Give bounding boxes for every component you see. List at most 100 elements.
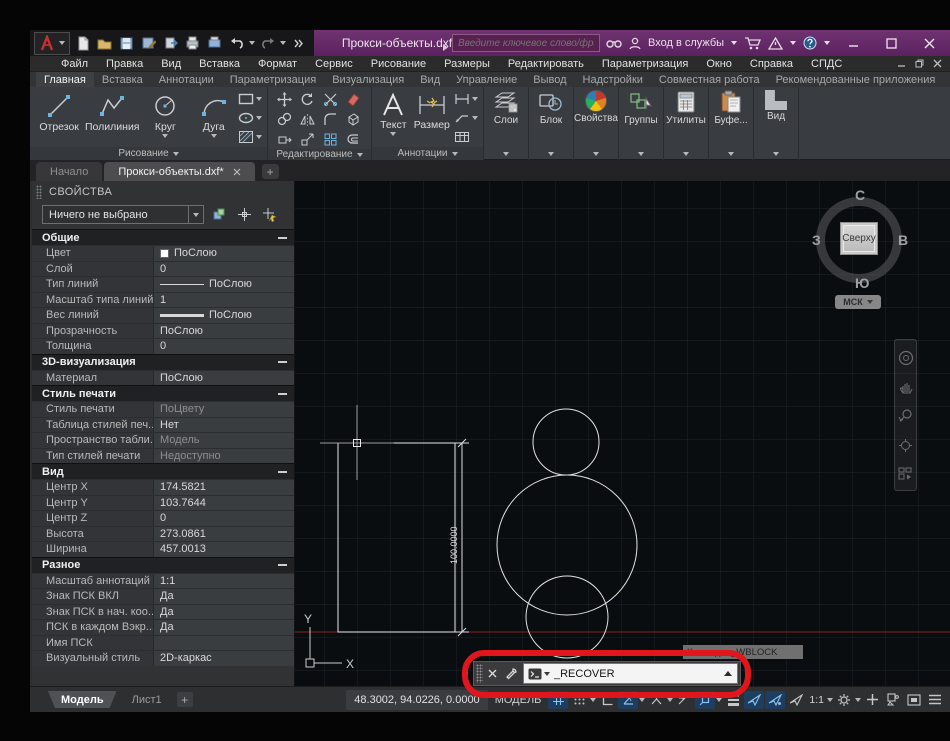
scale-icon[interactable]	[300, 132, 315, 147]
section-3d[interactable]: 3D-визуализация	[32, 354, 294, 370]
ribbon-tab-addins[interactable]: Надстройки	[575, 72, 651, 87]
qat-more-button[interactable]	[289, 34, 308, 53]
layout-tab-sheet1[interactable]: Лист1	[119, 691, 175, 708]
orbit-icon[interactable]	[898, 438, 913, 453]
modify-panel-label[interactable]: Редактирование	[268, 149, 371, 160]
command-line-grip[interactable]	[476, 664, 483, 683]
model-space-button[interactable]: МОДЕЛЬ	[495, 694, 542, 706]
app-menu-button[interactable]	[34, 32, 70, 55]
circle-button[interactable]: Круг	[139, 89, 191, 147]
ribbon-panel-block[interactable]: Блок	[529, 87, 574, 160]
text-button[interactable]: Текст	[375, 89, 412, 147]
signin-user-icon[interactable]	[629, 37, 641, 50]
minimize-button[interactable]	[834, 30, 872, 56]
doc-minimize-icon[interactable]	[897, 59, 906, 68]
help-icon[interactable]	[803, 36, 817, 50]
clipboard-panel-caret-icon[interactable]	[728, 152, 734, 156]
ortho-toggle[interactable]	[597, 691, 617, 709]
properties-palette-header[interactable]: СВОЙСТВА	[32, 181, 294, 202]
polar-tracking-toggle[interactable]	[618, 691, 638, 709]
mirror-icon[interactable]	[300, 112, 315, 127]
menu-format[interactable]: Формат	[249, 58, 306, 70]
move-icon[interactable]	[277, 92, 292, 107]
viewcube-east[interactable]: В	[898, 232, 908, 248]
property-value[interactable]: 0	[154, 339, 294, 354]
hatch-button[interactable]	[238, 128, 262, 146]
menu-file[interactable]: Файл	[52, 58, 97, 70]
drawn-circle-large[interactable]	[497, 475, 637, 615]
new-file-button[interactable]	[73, 34, 92, 53]
search-binoculars-icon[interactable]	[606, 37, 622, 49]
polyline-button[interactable]: Полилиния	[85, 89, 139, 147]
property-value[interactable]: 1	[154, 293, 294, 308]
app-store-cart-icon[interactable]	[744, 36, 761, 50]
export-button[interactable]	[161, 34, 180, 53]
command-input-field[interactable]	[523, 663, 738, 684]
save-button[interactable]	[117, 34, 136, 53]
property-value[interactable]	[154, 636, 294, 651]
ribbon-tab-manage[interactable]: Управление	[448, 72, 525, 87]
grid-toggle[interactable]	[548, 691, 568, 709]
palette-grip-icon[interactable]	[36, 185, 42, 199]
ribbon-tab-featured-apps[interactable]: Рекомендованные приложения	[768, 72, 944, 87]
property-value[interactable]: 2D-каркас	[154, 651, 294, 666]
ribbon-tab-spds[interactable]: СПДС 2019	[943, 72, 950, 87]
property-value[interactable]: 457.0013	[154, 542, 294, 557]
exchange-caret-icon[interactable]	[790, 41, 796, 45]
polar-caret-icon[interactable]	[639, 698, 645, 702]
copy-icon[interactable]	[277, 112, 292, 127]
properties-panel-caret-icon[interactable]	[593, 152, 599, 156]
annotation-scale-button[interactable]	[786, 691, 806, 709]
viewc­ube-west[interactable]: З	[812, 232, 821, 248]
wcs-menu-button[interactable]: МСК	[835, 295, 881, 309]
layout-tab-add-button[interactable]: +	[177, 692, 193, 707]
open-file-button[interactable]	[95, 34, 114, 53]
menu-help[interactable]: Справка	[741, 58, 802, 70]
viewcube-north[interactable]: С	[855, 187, 865, 203]
ribbon-tab-home[interactable]: Главная	[36, 72, 94, 87]
ribbon-tab-collaborate[interactable]: Совместная работа	[651, 72, 768, 87]
viewcube-south[interactable]: Ю	[855, 275, 869, 291]
property-value[interactable]: 103.7644	[154, 496, 294, 511]
showmotion-icon[interactable]	[898, 467, 913, 480]
annotation-scale-caret-icon[interactable]	[827, 698, 833, 702]
zoom-icon[interactable]	[898, 408, 913, 423]
quick-select-button[interactable]	[260, 205, 279, 224]
dimension-object[interactable]: 100.0000	[449, 439, 469, 636]
annotation-autoscale-toggle[interactable]	[765, 691, 785, 709]
property-value[interactable]: 273.0861	[154, 527, 294, 542]
arc-caret-icon[interactable]	[211, 134, 217, 138]
maximize-button[interactable]	[872, 30, 910, 56]
ribbon-tab-visualize[interactable]: Визуализация	[324, 72, 412, 87]
close-button[interactable]	[910, 30, 948, 56]
ribbon-tab-output[interactable]: Вывод	[525, 72, 574, 87]
undo-button[interactable]	[227, 34, 246, 53]
line-button[interactable]: Отрезок	[33, 89, 85, 147]
undo-caret-icon[interactable]	[249, 41, 255, 45]
isodraft-toggle[interactable]	[646, 691, 666, 709]
coordinates-display[interactable]: 48.3002, 94.0226, 0.0000	[346, 690, 487, 710]
search-flyout-icon[interactable]	[442, 39, 449, 57]
otrack-toggle[interactable]	[674, 691, 694, 709]
drawn-circle-bottom[interactable]	[526, 576, 608, 658]
save-as-button[interactable]	[139, 34, 158, 53]
annotation-visibility-toggle[interactable]	[744, 691, 764, 709]
erase-icon[interactable]	[346, 92, 361, 107]
drawing-canvas[interactable]: 100.0000 Y X С В Ю З	[295, 181, 950, 686]
file-tab-add-button[interactable]: +	[262, 164, 279, 179]
property-value[interactable]: ПоСлою	[154, 246, 294, 261]
menu-edit[interactable]: Правка	[97, 58, 152, 70]
command-customize-wrench-icon[interactable]	[502, 663, 521, 684]
arc-button[interactable]: Дуга	[192, 89, 237, 147]
file-tab-document[interactable]: Прокси-объекты.dxf*	[104, 162, 254, 181]
explode-icon[interactable]	[346, 112, 361, 127]
menu-parametric[interactable]: Параметризация	[593, 58, 697, 70]
menu-insert[interactable]: Вставка	[190, 58, 249, 70]
signin-label[interactable]: Вход в службы	[648, 37, 724, 49]
viewcube-top-face[interactable]: Сверху	[840, 222, 878, 255]
ribbon-panel-layers[interactable]: Слои	[484, 87, 529, 160]
menu-window[interactable]: Окно	[697, 58, 741, 70]
ribbon-panel-view[interactable]: Вид	[754, 87, 799, 160]
plot-button[interactable]	[183, 34, 202, 53]
menu-draw[interactable]: Рисование	[362, 58, 435, 70]
